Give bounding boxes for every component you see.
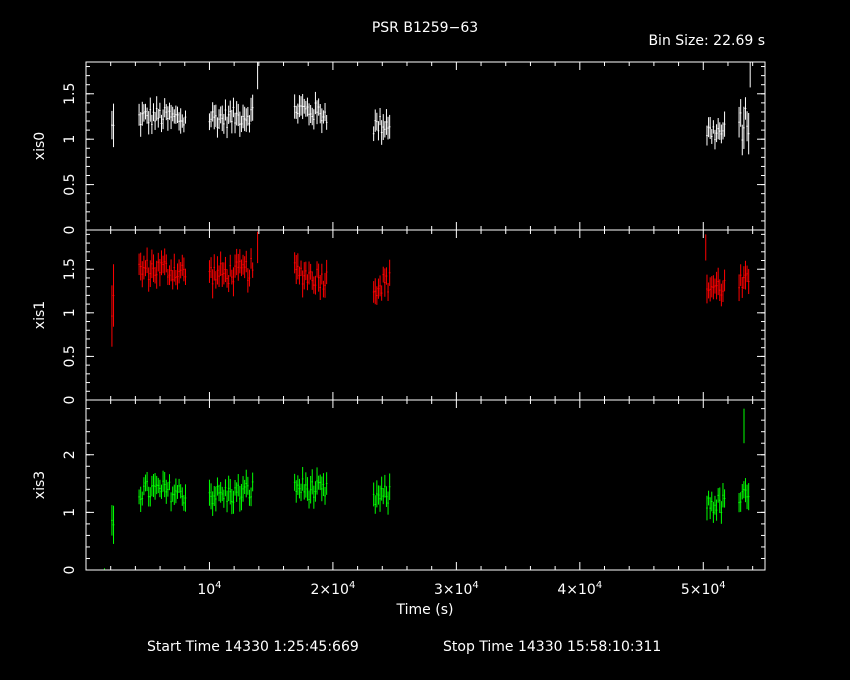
series-xis0 <box>111 62 751 156</box>
y-axis-label: xis0 <box>32 132 48 160</box>
panels-group: 0 0.5 1 1.5 xis0 0 0.5 1 1.5 xis1 0 1 2 xis3 104 2×104 3… <box>32 61 766 598</box>
x-axis-label: Time (s) <box>396 602 454 618</box>
stop-time-label: Stop Time 14330 15:58:10:311 <box>443 639 661 655</box>
panel-frame <box>85 61 766 231</box>
y-tick-label: 0 <box>62 396 78 405</box>
panel-frame <box>85 399 766 571</box>
panel-xis0: 0 0.5 1 1.5 xis0 <box>32 61 766 235</box>
panel-xis3: 0 1 2 xis3 <box>32 399 766 575</box>
panel-xis1: 0 0.5 1 1.5 xis1 <box>32 229 766 405</box>
panel-frame <box>85 229 766 401</box>
y-tick-label: 1.5 <box>62 83 78 105</box>
x-tick-label: 4×104 <box>557 580 602 598</box>
y-axis-label: xis1 <box>32 301 48 329</box>
y-tick-label: 0 <box>62 566 78 575</box>
series-xis1 <box>111 231 750 347</box>
x-tick-label: 104 <box>197 580 221 598</box>
y-tick-label: 0.5 <box>62 345 78 367</box>
y-tick-label: 1 <box>62 135 78 144</box>
y-axis-label: xis3 <box>32 471 48 499</box>
y-tick-label: 1.5 <box>62 258 78 280</box>
x-tick-label: 2×104 <box>310 580 355 598</box>
bin-size-label: Bin Size: 22.69 s <box>648 33 765 49</box>
y-tick-label: 0.5 <box>62 173 78 195</box>
x-tick-label: 3×104 <box>434 580 479 598</box>
y-tick-label: 1 <box>62 308 78 317</box>
y-tick-label: 1 <box>62 508 78 517</box>
y-tick-label: 2 <box>62 450 78 459</box>
light-curve-chart: PSR B1259−63 Bin Size: 22.69 s 0 0.5 1 1.5 x… <box>0 0 850 680</box>
y-tick-label: 0 <box>62 226 78 235</box>
chart-title: PSR B1259−63 <box>372 20 478 36</box>
x-tick-label: 5×104 <box>681 580 726 598</box>
series-xis3 <box>104 408 750 570</box>
start-time-label: Start Time 14330 1:25:45:669 <box>147 639 359 655</box>
